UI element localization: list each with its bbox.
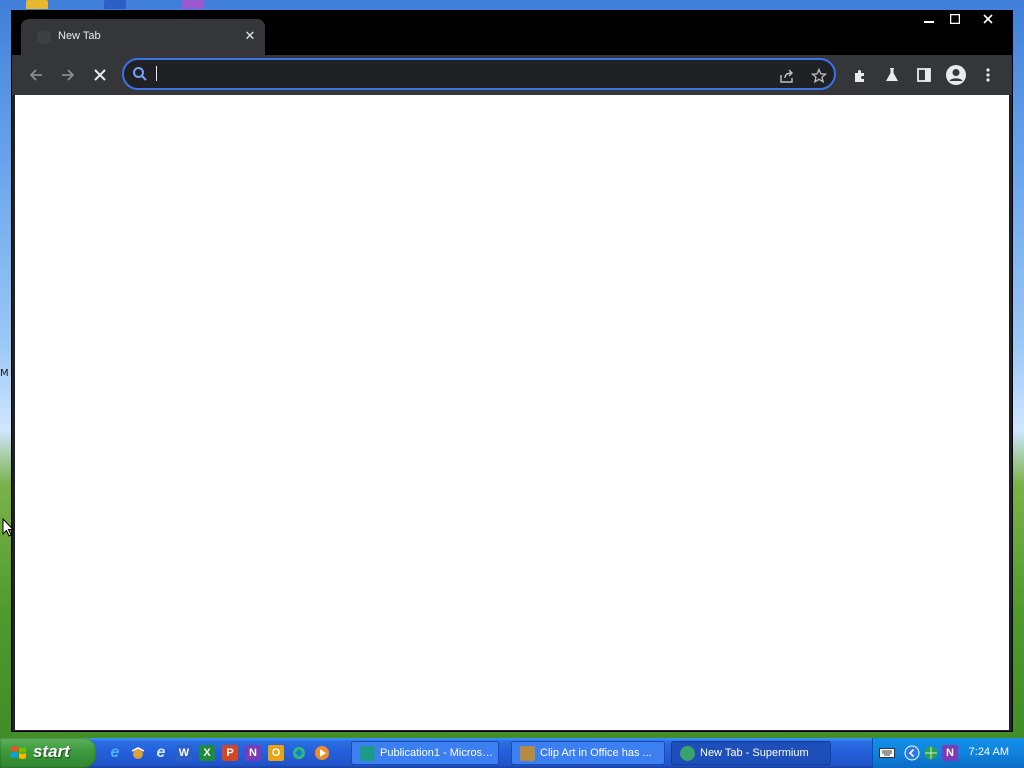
system-tray: N 7:24 AM	[872, 738, 1024, 768]
clock: 7:24 AM	[968, 746, 1009, 758]
back-icon	[29, 69, 42, 81]
task-label: Clip Art in Office has ...	[540, 747, 652, 759]
outlook-express-icon[interactable]	[130, 745, 146, 761]
excel-icon[interactable]: X	[199, 745, 215, 761]
desktop-text-fragment: M	[0, 368, 9, 379]
forward-button[interactable]	[54, 61, 82, 89]
task-supermium[interactable]: New Tab - Supermium	[671, 741, 831, 765]
menu-icon	[986, 68, 990, 82]
address-bar[interactable]	[122, 58, 836, 90]
minimize-icon	[924, 21, 934, 23]
onenote-tray-icon[interactable]: N	[942, 745, 958, 761]
menu-button[interactable]	[974, 61, 1002, 89]
desktop-icon-onenote[interactable]	[182, 0, 204, 9]
mouse-cursor-icon	[2, 517, 15, 543]
side-panel-button[interactable]	[910, 61, 938, 89]
share-icon	[780, 69, 793, 83]
bookmark-button[interactable]	[808, 65, 830, 87]
maximize-button[interactable]	[941, 11, 969, 29]
close-window-button[interactable]	[974, 11, 1002, 29]
labs-button[interactable]	[878, 61, 906, 89]
toolbar	[12, 55, 1012, 95]
close-icon	[983, 14, 993, 24]
ie-alt-icon[interactable]: e	[153, 744, 169, 761]
tab-new-tab[interactable]: New Tab ✕	[21, 19, 265, 55]
task-label: Publication1 - Microso...	[380, 747, 494, 759]
maximize-icon	[949, 13, 961, 25]
word-icon[interactable]: W	[176, 745, 192, 761]
desktop-icon-folder[interactable]	[26, 0, 48, 9]
back-button[interactable]	[22, 61, 50, 89]
media-icon[interactable]	[314, 745, 330, 761]
network-icon[interactable]	[923, 745, 939, 761]
desktop-icon-word[interactable]	[104, 0, 126, 9]
share-button[interactable]	[776, 65, 798, 87]
outlook-icon[interactable]: O	[268, 745, 284, 761]
onenote-icon[interactable]: N	[245, 745, 261, 761]
messenger-icon[interactable]	[291, 745, 307, 761]
side-panel-icon	[917, 68, 931, 82]
minimize-button[interactable]	[915, 11, 943, 29]
chevron-left-icon[interactable]	[904, 745, 920, 761]
tab-close-icon[interactable]: ✕	[241, 27, 259, 45]
clip-art-icon	[520, 746, 535, 761]
title-bar: New Tab ✕	[12, 11, 1012, 55]
taskbar: start e e W X P N O Publication1 - Micro…	[0, 738, 1024, 768]
extensions-icon	[855, 69, 864, 82]
address-input[interactable]	[154, 63, 758, 87]
start-button[interactable]: start	[0, 738, 96, 768]
browser-window: New Tab ✕	[11, 10, 1013, 732]
forward-icon	[62, 69, 75, 81]
stop-button[interactable]	[86, 61, 114, 89]
labs-icon	[886, 68, 898, 81]
page-content[interactable]	[15, 95, 1009, 730]
star-icon	[811, 68, 827, 84]
ie-icon[interactable]: e	[107, 744, 123, 761]
keyboard-icon[interactable]	[879, 745, 895, 761]
tab-title: New Tab	[58, 30, 101, 42]
profile-button[interactable]	[942, 61, 970, 89]
extensions-button[interactable]	[846, 61, 874, 89]
task-clip-art[interactable]: Clip Art in Office has ...	[511, 741, 665, 765]
task-label: New Tab - Supermium	[700, 747, 809, 759]
windows-flag-icon	[11, 746, 26, 759]
start-label: start	[33, 742, 70, 761]
supermium-icon	[680, 746, 695, 761]
publisher-icon	[360, 746, 375, 761]
text-caret	[156, 66, 157, 81]
task-publication[interactable]: Publication1 - Microso...	[351, 741, 499, 765]
powerpoint-icon[interactable]: P	[222, 745, 238, 761]
tab-favicon-icon	[37, 30, 51, 44]
profile-icon	[946, 65, 966, 85]
close-icon	[94, 69, 106, 81]
search-icon	[132, 66, 148, 87]
